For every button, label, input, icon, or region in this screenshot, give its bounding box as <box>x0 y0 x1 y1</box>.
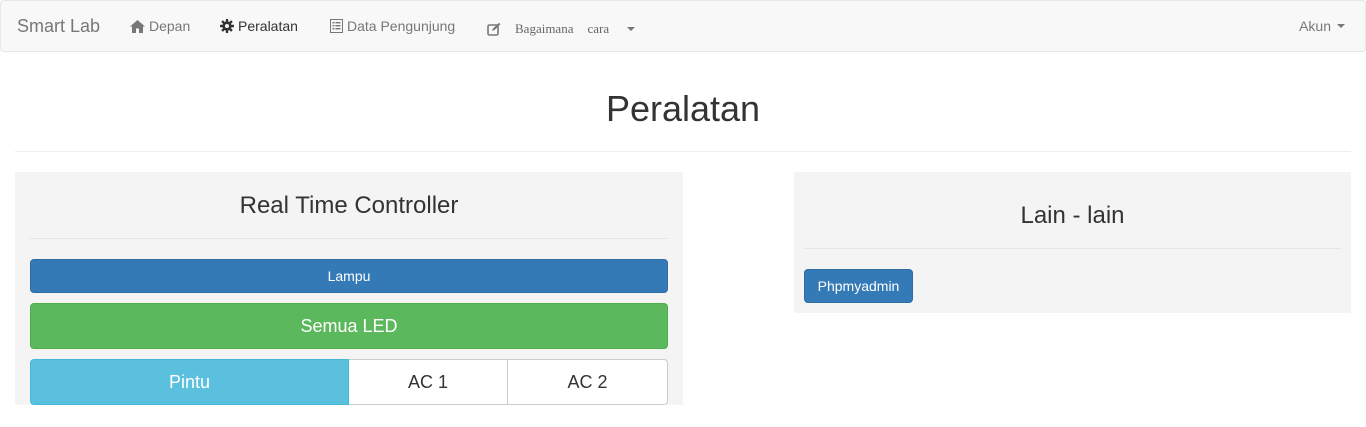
pintu-button[interactable]: Pintu <box>30 359 349 405</box>
device-button-group: Pintu AC 1 AC 2 <box>30 359 668 405</box>
edit-icon <box>487 22 501 36</box>
panel-divider <box>30 238 668 239</box>
real-time-controller-panel: Real Time Controller Lampu Semua LED Pin… <box>15 172 683 405</box>
semua-led-button[interactable]: Semua LED <box>30 303 668 349</box>
lampu-button[interactable]: Lampu <box>30 259 668 293</box>
nav-item-data-pengunjung[interactable]: Data Pengunjung <box>330 18 455 34</box>
ac1-button[interactable]: AC 1 <box>349 359 508 405</box>
page-divider <box>15 151 1351 152</box>
page-title: Peralatan <box>605 88 761 129</box>
nav-label-bagaimana: Bagaimana <box>515 21 574 36</box>
nav-dropdown-bagaimana-cara[interactable]: Bagaimana cara <box>487 21 636 37</box>
nav-label-akun: Akun <box>1299 18 1331 34</box>
nav-item-depan[interactable]: Depan <box>130 18 190 34</box>
navbar-brand[interactable]: Smart Lab <box>17 16 100 37</box>
caret-down-icon <box>627 27 636 31</box>
phpmyadmin-button[interactable]: Phpmyadmin <box>804 269 913 303</box>
top-navbar: Smart Lab Depan Peralatan Data Pengunjun… <box>0 0 1366 52</box>
home-icon <box>130 19 145 33</box>
nav-dropdown-akun[interactable]: Akun <box>1299 18 1345 34</box>
panel-divider <box>804 248 1341 249</box>
cog-icon <box>220 19 234 33</box>
list-alt-icon <box>330 19 343 33</box>
nav-label-peralatan: Peralatan <box>238 18 298 34</box>
nav-item-peralatan[interactable]: Peralatan <box>220 18 298 34</box>
caret-down-icon <box>1337 24 1345 28</box>
nav-label-depan: Depan <box>149 18 191 34</box>
panel-title: Real Time Controller <box>239 192 459 219</box>
panel-title: Lain - lain <box>1020 202 1125 229</box>
nav-label-cara: cara <box>587 21 610 36</box>
nav-label-data-pengunjung: Data Pengunjung <box>347 18 456 34</box>
ac2-button[interactable]: AC 2 <box>508 359 668 405</box>
lain-lain-panel: Lain - lain Phpmyadmin <box>794 172 1351 313</box>
